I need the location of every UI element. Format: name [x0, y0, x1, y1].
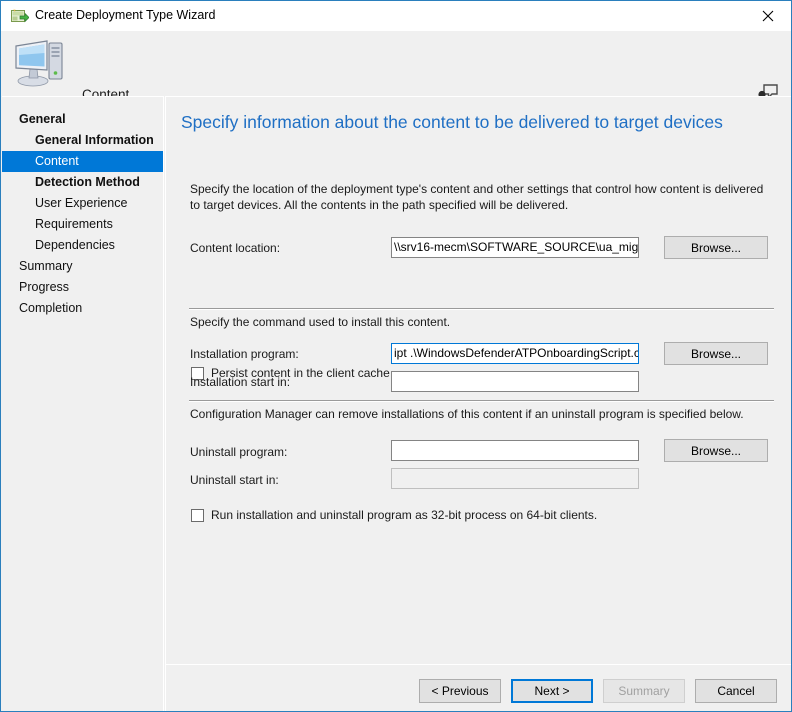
- page-description: Specify the location of the deployment t…: [190, 182, 764, 212]
- sidebar-item-general[interactable]: General: [2, 109, 163, 130]
- uninstall-program-label: Uninstall program:: [190, 445, 288, 459]
- computer-monitor-icon: [13, 37, 67, 89]
- wizard-header: Content: [1, 31, 791, 105]
- run-32bit-checkbox[interactable]: Run installation and uninstall program a…: [191, 508, 597, 522]
- deployment-type-icon: [11, 8, 30, 25]
- close-icon[interactable]: [745, 1, 791, 30]
- sidebar-item-summary[interactable]: Summary: [2, 256, 163, 277]
- wizard-content-panel: Specify information about the content to…: [165, 96, 791, 664]
- cancel-button[interactable]: Cancel: [695, 679, 777, 703]
- sidebar-item-completion[interactable]: Completion: [2, 298, 163, 319]
- sidebar-item-general-information[interactable]: General Information: [2, 130, 163, 151]
- summary-button: Summary: [603, 679, 685, 703]
- installation-program-browse-button[interactable]: Browse...: [664, 342, 768, 365]
- installation-program-input[interactable]: ipt .\WindowsDefenderATPOnboardingScript…: [391, 343, 639, 364]
- content-location-label: Content location:: [190, 241, 281, 255]
- uninstall-start-in-input: [391, 468, 639, 489]
- sidebar-item-detection-method[interactable]: Detection Method: [2, 172, 163, 193]
- content-location-input[interactable]: \\srv16-mecm\SOFTWARE_SOURCE\ua_migrate: [391, 237, 639, 258]
- installation-program-label: Installation program:: [190, 347, 299, 361]
- run-32bit-checkbox-label: Run installation and uninstall program a…: [211, 508, 598, 522]
- checkbox-box-icon: [191, 508, 204, 522]
- sidebar-item-user-experience[interactable]: User Experience: [2, 193, 163, 214]
- wizard-sidebar: General General Information Content Dete…: [2, 96, 164, 711]
- wizard-footer: < Previous Next > Summary Cancel: [165, 664, 791, 711]
- separator-install: [189, 308, 774, 310]
- titlebar: Create Deployment Type Wizard: [1, 1, 791, 32]
- page-heading: Specify information about the content to…: [181, 112, 723, 132]
- sidebar-item-requirements[interactable]: Requirements: [2, 214, 163, 235]
- uninstall-start-in-label: Uninstall start in:: [190, 473, 279, 487]
- installation-start-in-input[interactable]: [391, 371, 639, 392]
- install-section-text: Specify the command used to install this…: [190, 315, 451, 329]
- uninstall-program-input[interactable]: [391, 440, 639, 461]
- uninstall-section-text: Configuration Manager can remove install…: [190, 407, 744, 421]
- uninstall-program-browse-button[interactable]: Browse...: [664, 439, 768, 462]
- sidebar-item-dependencies[interactable]: Dependencies: [2, 235, 163, 256]
- previous-button[interactable]: < Previous: [419, 679, 501, 703]
- installation-start-in-label: Installation start in:: [190, 375, 291, 389]
- window-title: Create Deployment Type Wizard: [35, 8, 216, 22]
- sidebar-item-content[interactable]: Content: [2, 151, 163, 172]
- content-location-browse-button[interactable]: Browse...: [664, 236, 768, 259]
- separator-uninstall: [189, 400, 774, 402]
- create-deployment-type-wizard-window: Create Deployment Type Wizard Content Ge…: [0, 0, 792, 712]
- sidebar-item-progress[interactable]: Progress: [2, 277, 163, 298]
- next-button[interactable]: Next >: [511, 679, 593, 703]
